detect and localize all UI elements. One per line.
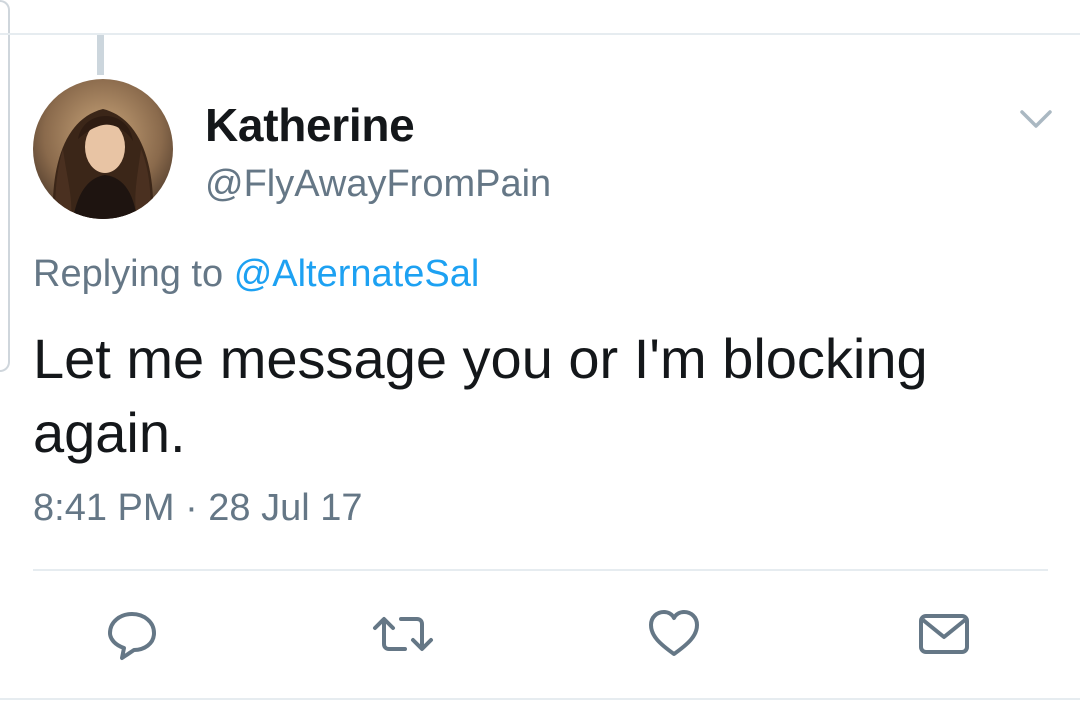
author-handle[interactable]: @FlyAwayFromPain (205, 163, 551, 206)
replying-to-line: Replying to @AlternateSal (33, 253, 479, 296)
bottom-divider (0, 698, 1080, 700)
replying-to-label: Replying to (33, 253, 224, 295)
avatar[interactable] (33, 79, 173, 219)
heart-icon (649, 610, 699, 656)
tweet-detail-screen: Katherine @FlyAwayFromPain Replying to @… (0, 0, 1080, 719)
thread-connector-line (97, 35, 104, 75)
chevron-down-icon (1020, 110, 1052, 128)
speech-bubble-icon (108, 612, 156, 660)
tweet-text: Let me message you or I'm blocking again… (33, 327, 928, 464)
author-display-name[interactable]: Katherine (205, 98, 415, 152)
tweet-menu-button[interactable] (1016, 104, 1056, 134)
top-divider (0, 33, 1080, 35)
retweet-icon (373, 617, 433, 651)
tweet-timestamp[interactable]: 8:41 PM · 28 Jul 17 (33, 487, 363, 530)
direct-message-button[interactable] (916, 606, 976, 662)
parent-card-edge (0, 0, 10, 372)
like-button[interactable] (646, 606, 706, 662)
reply-button[interactable] (104, 606, 164, 662)
action-bar-divider (33, 569, 1048, 571)
profile-photo-icon (33, 79, 173, 219)
retweet-button[interactable] (371, 606, 433, 662)
reply-to-handle-link[interactable]: @AlternateSal (234, 253, 480, 295)
envelope-icon (919, 614, 969, 654)
